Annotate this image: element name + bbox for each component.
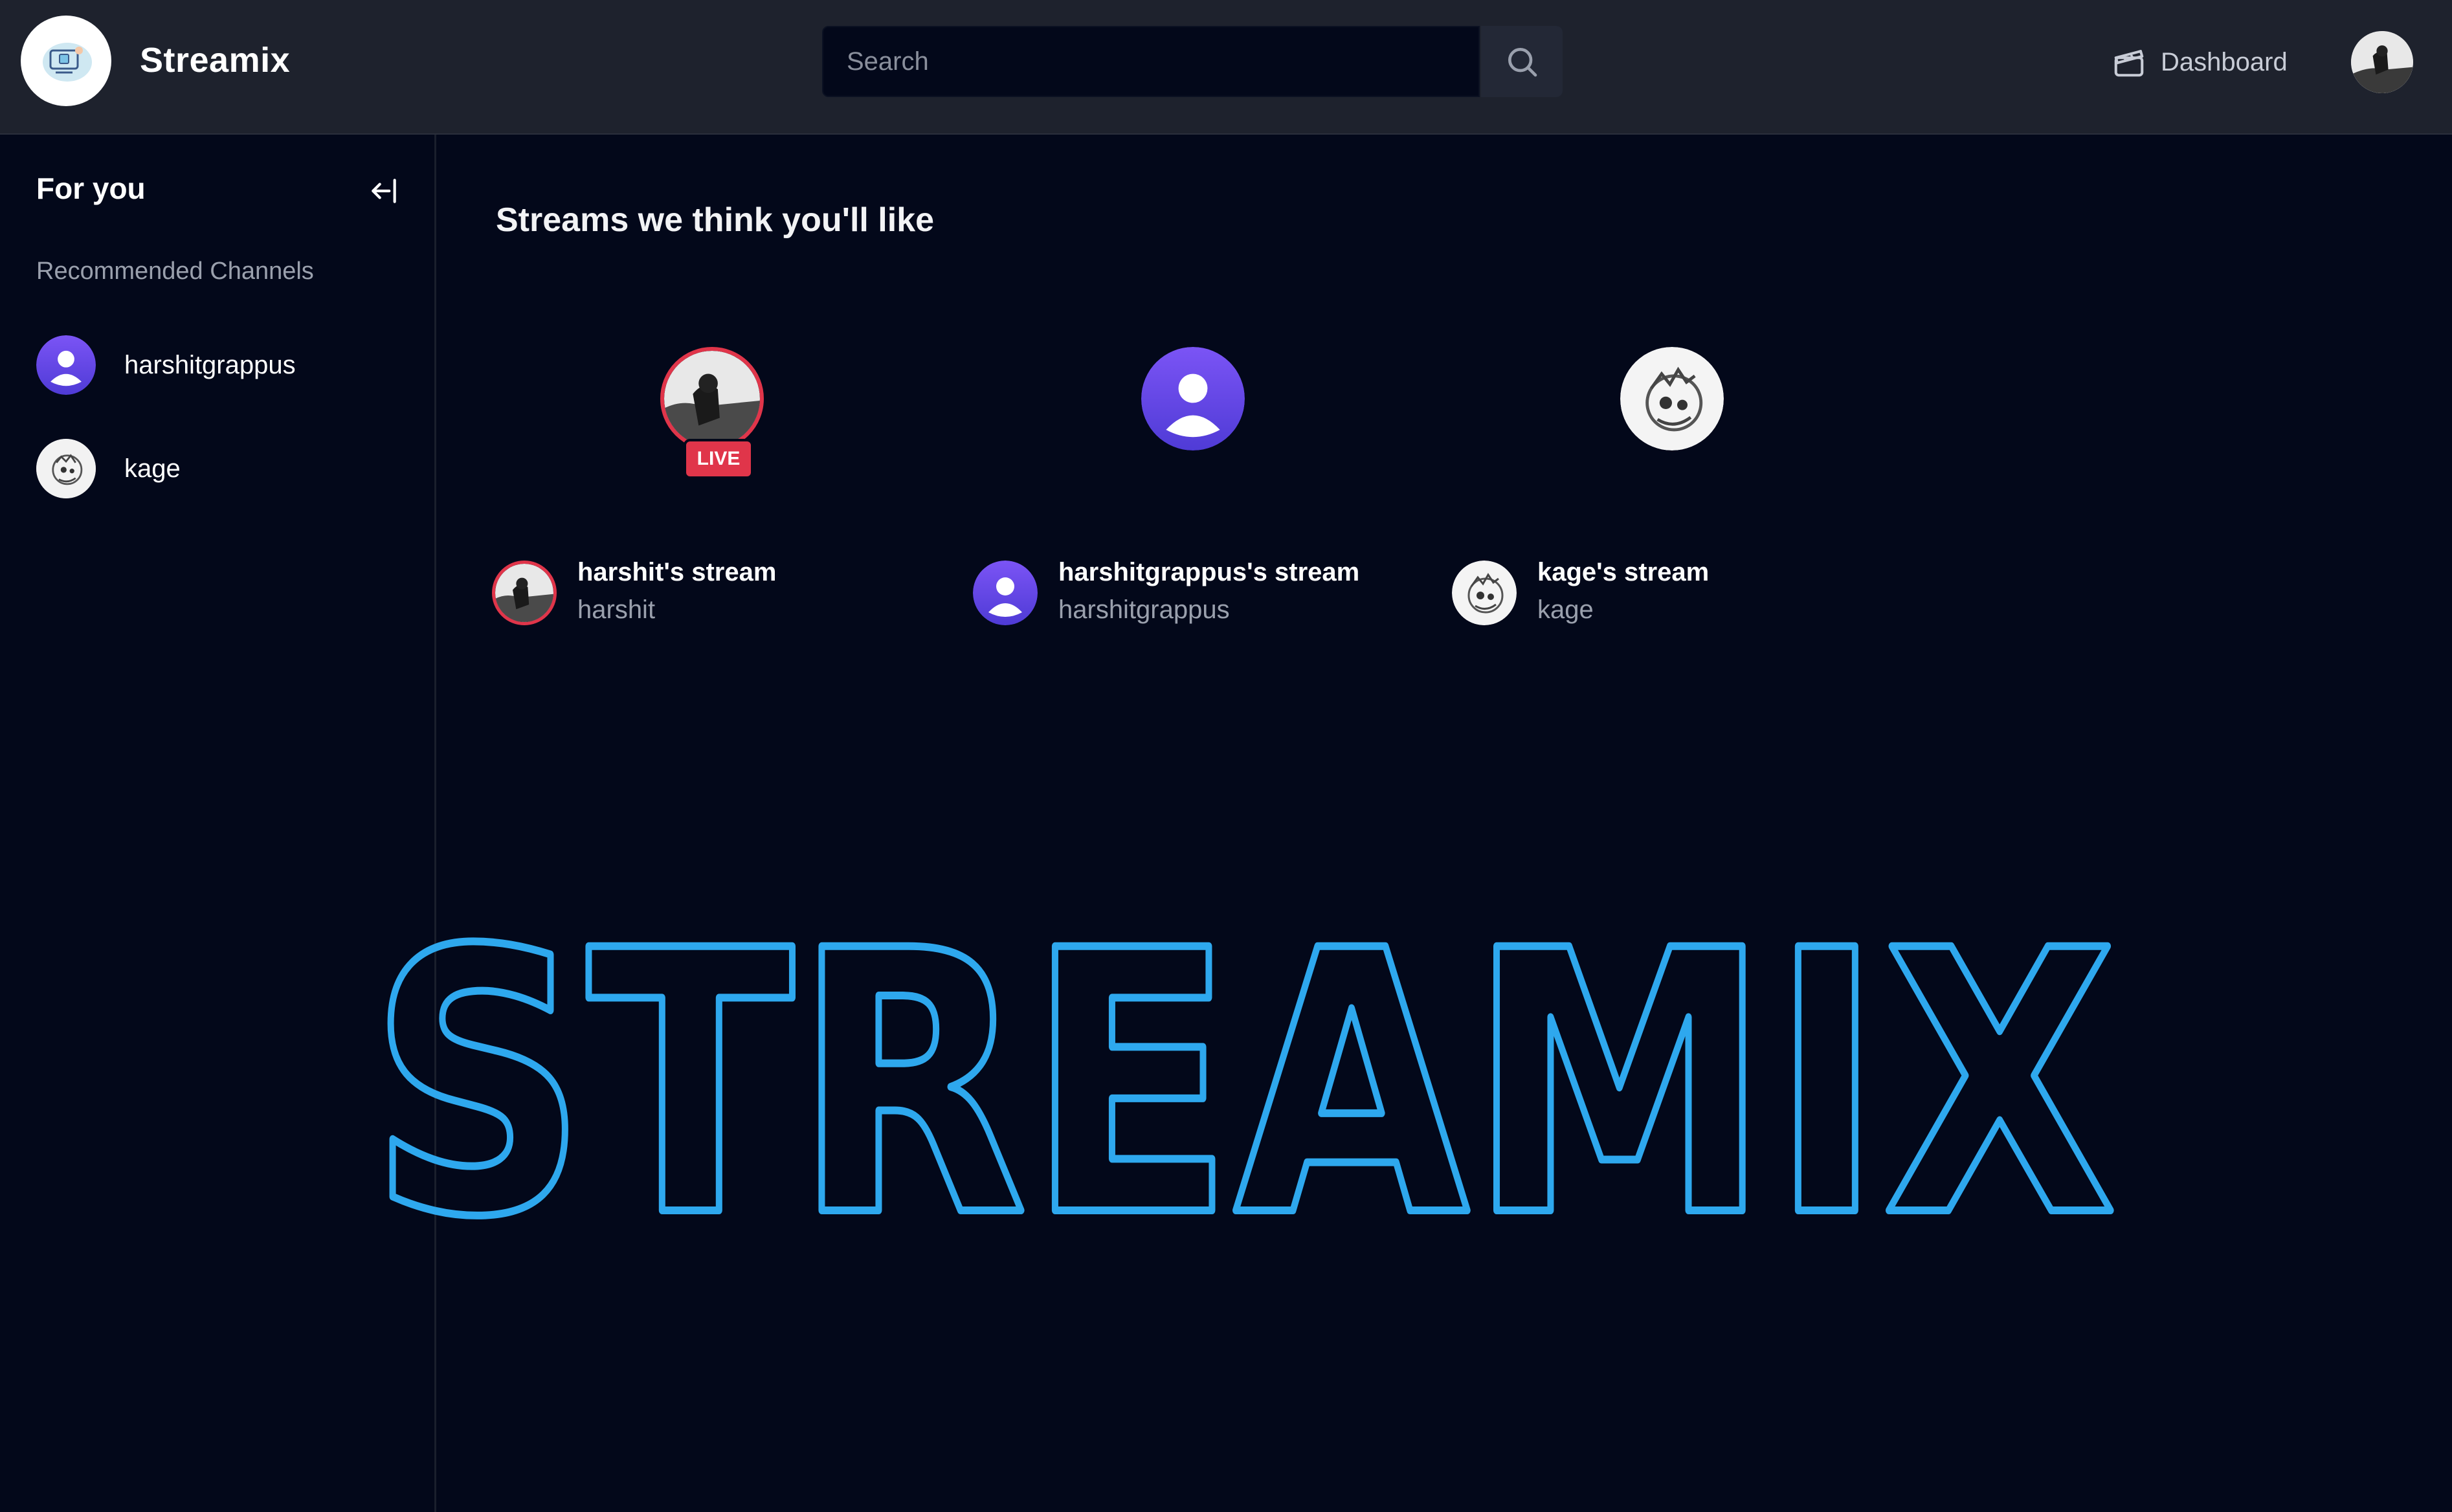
dashboard-button[interactable]: Dashboard bbox=[2112, 36, 2288, 88]
sidebar: For you Recommended Channels harshitgrap… bbox=[0, 135, 436, 1512]
page-title: Streams we think you'll like bbox=[496, 201, 935, 239]
search-input[interactable] bbox=[822, 26, 1480, 97]
stream-title[interactable]: kage's stream bbox=[1537, 558, 1709, 587]
stream-title[interactable]: harshitgrappus's stream bbox=[1058, 558, 1359, 587]
default-user-icon bbox=[1141, 347, 1245, 450]
channel-name: kage bbox=[124, 454, 181, 483]
default-user-icon bbox=[36, 335, 96, 395]
avatar[interactable] bbox=[492, 561, 557, 625]
stream-username: harshitgrappus bbox=[1058, 595, 1230, 624]
default-user-icon bbox=[973, 561, 1038, 625]
avatar bbox=[36, 439, 96, 498]
stream-card-meta: harshitgrappus's stream harshitgrappus bbox=[973, 557, 1374, 634]
sketch-photo-icon bbox=[1620, 347, 1724, 450]
stream-card[interactable]: LIVE harshit's stream harshit bbox=[492, 343, 893, 641]
user-photo-icon bbox=[495, 564, 553, 622]
watermark-text: STREAMIX bbox=[369, 906, 2117, 1256]
collapse-sidebar-button[interactable] bbox=[366, 173, 401, 208]
stream-thumbnail-avatar[interactable] bbox=[660, 347, 764, 450]
stream-thumbnail-avatar[interactable] bbox=[1620, 347, 1724, 450]
app-title[interactable]: Streamix bbox=[140, 40, 290, 80]
search-icon bbox=[1508, 48, 1537, 77]
stream-card[interactable]: kage's stream kage bbox=[1452, 343, 1853, 641]
clapperboard-icon bbox=[2114, 50, 2144, 77]
user-photo-icon bbox=[2351, 31, 2413, 93]
recommended-channels-label: Recommended Channels bbox=[36, 258, 314, 285]
stream-title[interactable]: harshit's stream bbox=[577, 558, 776, 587]
sketch-photo-icon bbox=[36, 439, 96, 498]
live-badge: LIVE bbox=[684, 439, 753, 479]
stream-username: kage bbox=[1537, 595, 1594, 624]
dashboard-label: Dashboard bbox=[2161, 47, 2288, 76]
search-button[interactable] bbox=[1481, 26, 1563, 97]
sidebar-item-harshitgrappus[interactable]: harshitgrappus bbox=[36, 334, 399, 396]
user-photo-icon bbox=[664, 351, 760, 447]
stream-card-meta: kage's stream kage bbox=[1452, 557, 1853, 634]
avatar[interactable] bbox=[973, 561, 1038, 625]
user-avatar[interactable] bbox=[2351, 31, 2413, 93]
sketch-photo-icon bbox=[1452, 561, 1517, 625]
avatar bbox=[36, 335, 96, 395]
stream-card-meta: harshit's stream harshit bbox=[492, 557, 893, 634]
streamix-watermark-logo: STREAMIX bbox=[365, 906, 2121, 1256]
stream-card[interactable]: harshitgrappus's stream harshitgrappus bbox=[973, 343, 1374, 641]
sidebar-title: For you bbox=[36, 172, 146, 205]
logo-icon bbox=[43, 43, 92, 82]
arrow-left-to-line-icon bbox=[372, 179, 396, 203]
stream-thumbnail-avatar[interactable] bbox=[1141, 347, 1245, 450]
sidebar-item-kage[interactable]: kage bbox=[36, 438, 399, 500]
channel-name: harshitgrappus bbox=[124, 350, 296, 379]
stream-username: harshit bbox=[577, 595, 656, 624]
app-logo[interactable] bbox=[21, 16, 111, 106]
avatar[interactable] bbox=[1452, 561, 1517, 625]
top-bar: Streamix Dashboard bbox=[0, 0, 2452, 135]
